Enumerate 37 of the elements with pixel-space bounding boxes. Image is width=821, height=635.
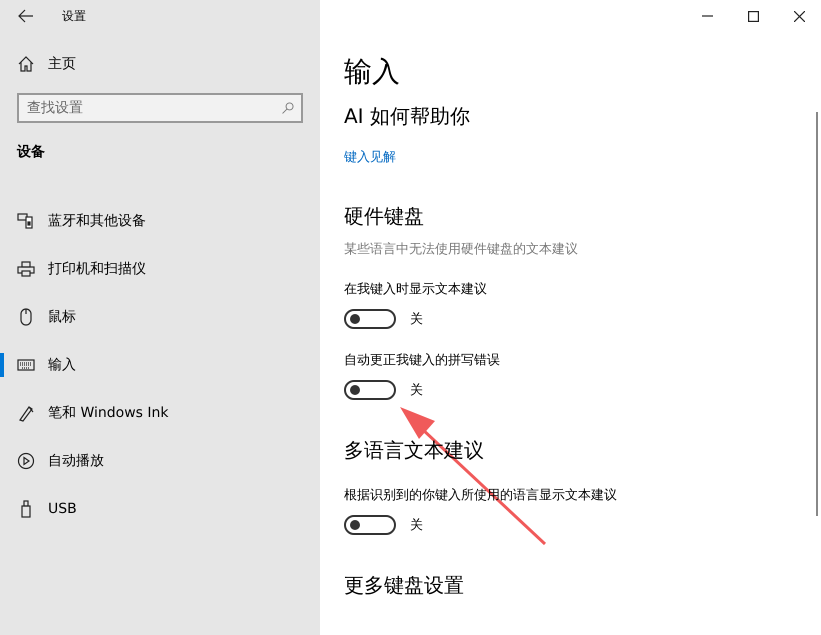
printer-icon (17, 260, 35, 278)
home-icon (17, 55, 35, 73)
sidebar-item[interactable]: USB (0, 485, 320, 533)
toggle-switch[interactable] (344, 515, 396, 535)
toggle-switch[interactable] (344, 309, 396, 329)
pen-icon (17, 404, 35, 422)
section-heading: 硬件键盘 (344, 203, 425, 230)
sidebar-item[interactable]: 笔和 Windows Ink (0, 389, 320, 437)
toggle-state: 关 (410, 311, 423, 328)
page-title: 输入 (344, 54, 401, 90)
sidebar-item[interactable]: 自动播放 (0, 437, 320, 485)
sidebar-item[interactable]: 打印机和扫描仪 (0, 245, 320, 293)
search-icon (281, 101, 295, 115)
play-circle-icon (17, 452, 35, 470)
search-field[interactable]: 查找设置 (17, 93, 303, 123)
sidebar-item[interactable]: 蓝牙和其他设备 (0, 197, 320, 245)
back-arrow-icon (17, 7, 35, 25)
sidebar-item[interactable]: 输入 (0, 341, 320, 389)
minimize-icon[interactable] (702, 15, 713, 17)
window-title: 设置 (62, 8, 86, 24)
toggle-state: 关 (410, 382, 423, 399)
setting-label: 在我键入时显示文本建议 (344, 281, 488, 298)
section-heading: 更多键盘设置 (344, 572, 465, 599)
scrollbar[interactable] (816, 112, 818, 516)
home-item[interactable]: 主页 (0, 40, 320, 88)
section-heading: AI 如何帮助你 (344, 103, 471, 130)
close-icon[interactable] (794, 10, 805, 22)
toggle-switch[interactable] (344, 380, 396, 400)
section-description: 某些语言中无法使用硬件键盘的文本建议 (344, 241, 579, 258)
sidebar-item[interactable]: 鼠标 (0, 293, 320, 341)
setting-label: 自动更正我键入的拼写错误 (344, 352, 501, 369)
devices-icon (17, 212, 35, 230)
section-heading: 多语言文本建议 (344, 437, 485, 464)
link[interactable]: 键入见解 (344, 148, 396, 166)
toggle-state: 关 (410, 517, 423, 534)
maximize-icon[interactable] (748, 10, 759, 22)
group-heading: 设备 (16, 143, 46, 162)
